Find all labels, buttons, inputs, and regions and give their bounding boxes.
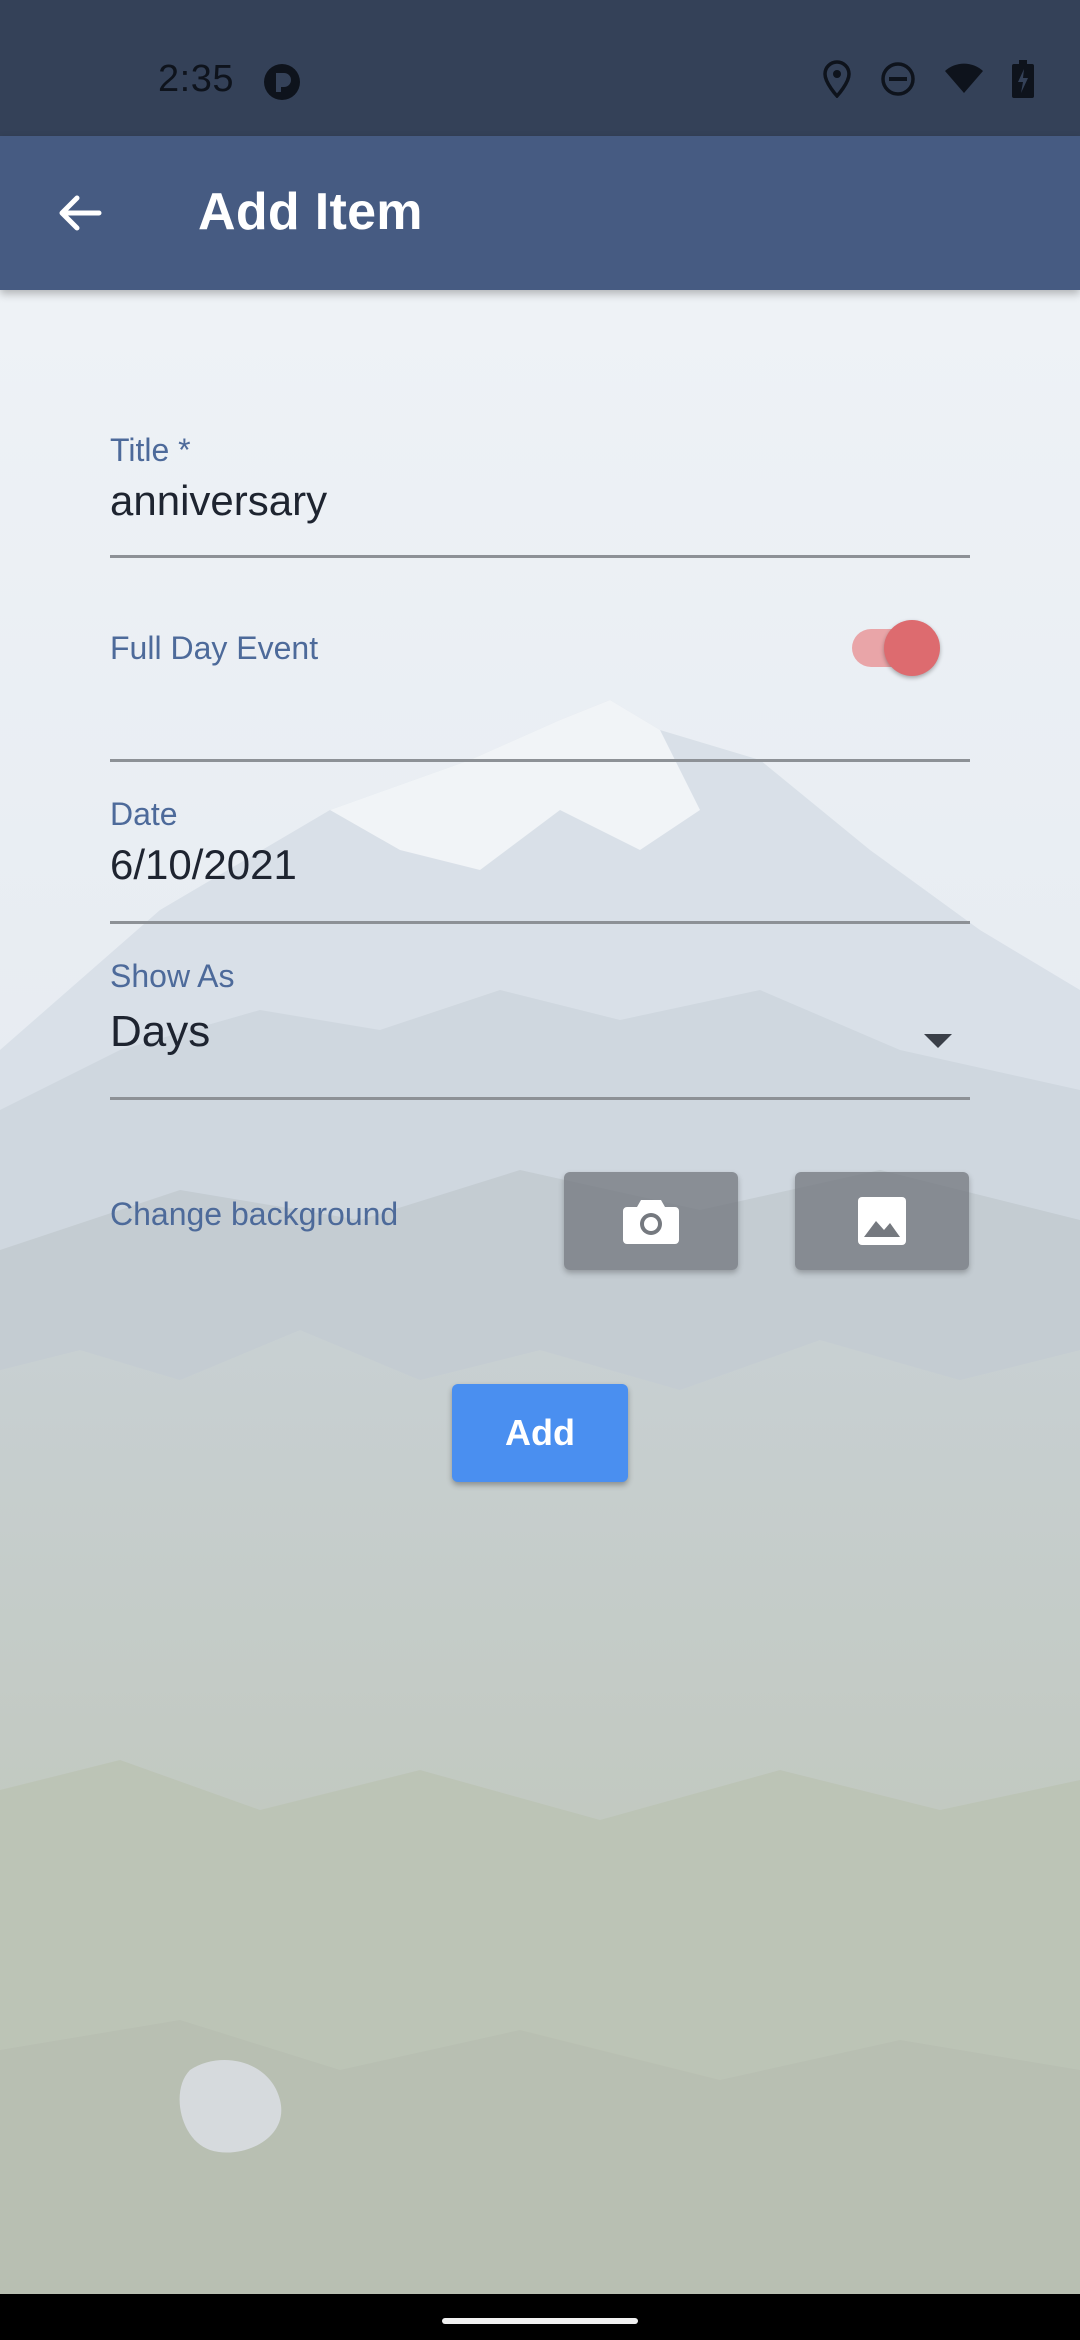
- change-background-label: Change background: [110, 1196, 399, 1232]
- show-as-selected[interactable]: Days: [110, 1007, 970, 1057]
- gallery-button[interactable]: [795, 1172, 969, 1270]
- show-as-underline: [110, 1097, 970, 1100]
- status-icons: [822, 60, 1034, 98]
- navigation-bar: [0, 2294, 1080, 2340]
- battery-icon: [1012, 60, 1034, 98]
- full-day-event-row: Full Day Event: [110, 620, 970, 762]
- show-as-dropdown[interactable]: Show As Days: [110, 958, 970, 1100]
- title-field[interactable]: Title * anniversary: [110, 432, 970, 558]
- toggle-thumb: [884, 620, 940, 676]
- title-label: Title *: [110, 432, 191, 468]
- image-icon: [858, 1197, 906, 1245]
- full-day-event-underline: [110, 759, 970, 762]
- page-title: Add Item: [198, 183, 423, 241]
- mountain-background-image: [0, 290, 1080, 2294]
- location-icon: [823, 60, 851, 98]
- camera-button[interactable]: [564, 1172, 738, 1270]
- status-time: 2:35: [158, 58, 234, 100]
- back-button[interactable]: [40, 174, 118, 252]
- do-not-disturb-icon: [881, 62, 915, 96]
- dropdown-arrow-icon: [924, 1034, 952, 1048]
- date-underline: [110, 921, 970, 924]
- form-content: Title * anniversary Full Day Event Date …: [0, 290, 1080, 2294]
- title-underline: [110, 555, 970, 558]
- full-day-event-label: Full Day Event: [110, 630, 319, 666]
- full-day-event-toggle[interactable]: [840, 618, 940, 678]
- wifi-icon: [945, 63, 983, 93]
- arrow-back-icon: [59, 195, 102, 231]
- app-notification-icon: [264, 64, 300, 100]
- status-bar: 2:35: [0, 0, 1080, 136]
- show-as-label: Show As: [110, 958, 235, 994]
- title-input[interactable]: anniversary: [110, 477, 970, 525]
- home-gesture-handle[interactable]: [442, 2318, 638, 2324]
- add-button[interactable]: Add: [452, 1384, 628, 1482]
- date-label: Date: [110, 796, 178, 832]
- camera-icon: [623, 1200, 679, 1244]
- date-field[interactable]: Date 6/10/2021: [110, 796, 970, 924]
- app-bar: Add Item: [0, 136, 1080, 290]
- date-value[interactable]: 6/10/2021: [110, 841, 970, 889]
